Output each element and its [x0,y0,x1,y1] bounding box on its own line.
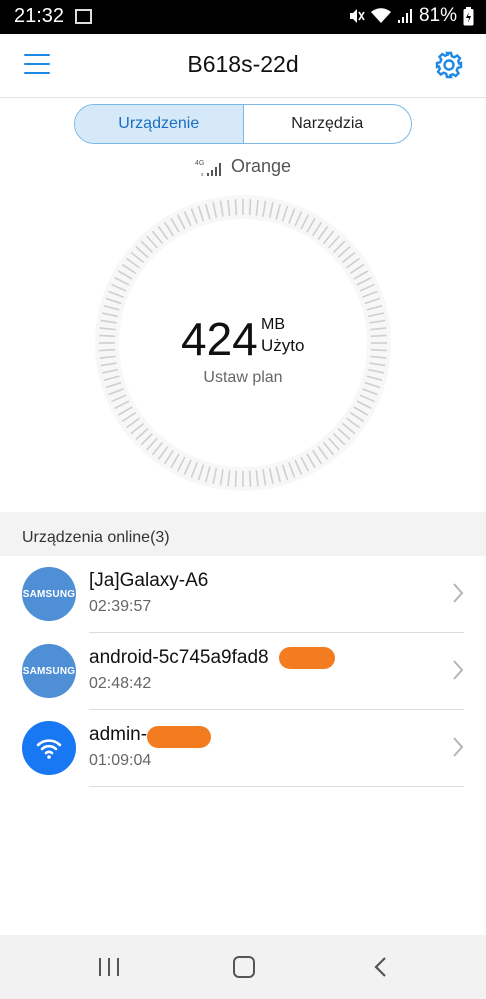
redaction-mark [147,726,211,748]
battery-icon [463,6,474,25]
carrier-name: Orange [230,156,292,176]
gear-icon[interactable] [434,50,464,80]
gallery-notification-icon [75,9,92,24]
device-connection-time: 02:48:42 [89,675,152,692]
device-row[interactable]: SAMSUNG android-5c745a9fad8 02:48:42 [0,633,486,710]
set-plan-link[interactable]: Ustaw plan [0,369,486,387]
tab-switcher: Urządzenie Narzędzia [74,104,412,144]
usage-unit: MB [261,316,285,333]
tab-tools[interactable]: Narzędzia [244,105,412,143]
gauge-tick [99,334,116,338]
gauge-tick [370,334,387,338]
gauge-tick [370,348,387,352]
mute-icon [349,9,365,23]
device-connection-time: 01:09:04 [89,752,152,769]
device-row[interactable]: admin- 01:09:04 [0,710,486,787]
back-button[interactable] [371,956,389,978]
wifi-icon [22,721,76,775]
device-name: android-5c745a9fad8 [89,647,269,668]
samsung-logo: SAMSUNG [22,644,76,698]
divider [89,786,464,787]
usage-label: Użyto [261,336,305,355]
device-row[interactable]: SAMSUNG [Ja]Galaxy-A6 02:39:57 [0,556,486,633]
chevron-right-icon [453,583,464,603]
tab-device[interactable]: Urządzenie [75,105,244,143]
gauge-tick [234,470,238,487]
recents-button[interactable] [99,958,119,976]
gauge-tick [234,199,238,216]
device-name: [Ja]Galaxy-A6 [89,570,209,591]
battery-percent: 81% [418,5,457,26]
chevron-right-icon [453,737,464,757]
home-button[interactable] [233,956,255,978]
gauge-tick [248,470,252,487]
device-connection-time: 02:39:57 [89,598,152,615]
status-icons: 81% [347,5,474,27]
network-indicator: 4G s Orange [0,156,486,177]
online-devices-title: Urządzenia online(3) [22,529,170,546]
signal-icon [397,9,412,23]
svg-text:s: s [201,172,204,177]
usage-value: 424 [181,313,258,365]
status-bar: 21:32 81% [0,0,486,34]
chevron-right-icon [453,660,464,680]
status-time: 21:32 [14,5,65,27]
svg-text:4G: 4G [195,160,204,167]
wifi-status-icon [370,8,391,23]
gauge-tick [248,199,252,216]
redaction-mark [279,647,335,669]
device-list: SAMSUNG [Ja]Galaxy-A6 02:39:57 SAMSUNG a… [0,556,486,787]
page-title: B618s-22d [187,51,299,77]
device-name: admin- [89,724,148,745]
app-bar: B618s-22d [0,34,486,98]
gauge-tick [99,348,116,352]
samsung-logo: SAMSUNG [22,567,76,621]
system-nav-bar [0,935,486,999]
4g-signal-icon: 4G s [195,160,221,177]
online-devices-header: Urządzenia online(3) [0,512,486,556]
